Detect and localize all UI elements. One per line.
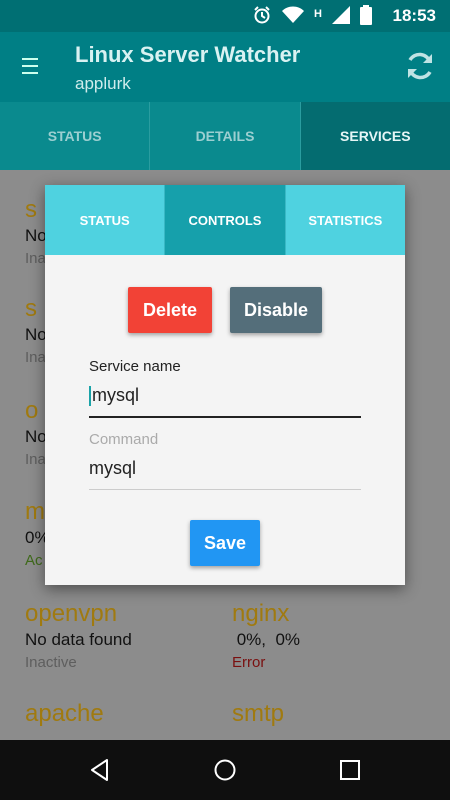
wifi-icon — [282, 6, 305, 29]
menu-icon[interactable] — [22, 58, 38, 74]
app-title: Linux Server Watcher — [75, 42, 301, 67]
list-item-nginx[interactable]: nginx 0%, 0% Error — [232, 600, 432, 671]
list-item-openvpn[interactable]: openvpn No data found Inactive — [25, 600, 225, 671]
service-name: apache — [25, 700, 104, 727]
refresh-icon[interactable] — [404, 50, 436, 82]
battery-icon — [360, 5, 372, 30]
network-type-label: H — [314, 7, 322, 20]
service-name-label: Service name — [89, 358, 181, 375]
home-icon[interactable] — [213, 758, 237, 782]
service-name-field[interactable]: Service name mysql — [89, 358, 361, 419]
server-subtitle: applurk — [75, 74, 131, 93]
control-buttons: Delete Disable — [45, 287, 405, 333]
status-icons: H — [252, 5, 372, 30]
navigation-bar — [0, 740, 450, 800]
dialog-tab-status[interactable]: STATUS — [45, 185, 166, 255]
dialog-tabs: STATUS CONTROLS STATISTICS — [45, 185, 405, 255]
dialog-tab-statistics[interactable]: STATISTICS — [285, 185, 405, 255]
service-name: openvpn — [25, 600, 118, 627]
service-status: 0%, 0% — [232, 630, 301, 649]
command-label: Command — [89, 431, 159, 448]
service-state: Error — [232, 654, 266, 671]
service-name: nginx — [232, 600, 290, 627]
text-cursor — [89, 386, 91, 407]
dialog-tab-controls[interactable]: CONTROLS — [165, 185, 286, 255]
tab-services[interactable]: SERVICES — [300, 102, 450, 170]
main-tabs: STATUS DETAILS SERVICES — [0, 102, 450, 170]
tab-status[interactable]: STATUS — [0, 102, 151, 170]
tab-details[interactable]: DETAILS — [150, 102, 301, 170]
save-button[interactable]: Save — [190, 520, 260, 566]
service-name-value: mysql — [92, 385, 140, 405]
status-bar: H 18:53 — [0, 0, 450, 32]
app-bar: Linux Server Watcher applurk — [0, 32, 450, 102]
service-name-input[interactable]: mysql — [89, 385, 361, 419]
clock-time: 18:53 — [392, 6, 436, 25]
recents-icon[interactable] — [338, 758, 362, 782]
service-name: smtp — [232, 700, 285, 727]
list-item-apache[interactable]: apache — [25, 700, 225, 728]
delete-button[interactable]: Delete — [128, 287, 212, 333]
alarm-icon — [252, 5, 272, 30]
command-input[interactable]: mysql — [89, 458, 361, 490]
list-item-smtp[interactable]: smtp — [232, 700, 432, 728]
disable-button[interactable]: Disable — [230, 287, 322, 333]
service-state: Inactive — [25, 654, 77, 671]
service-status: No data found — [25, 630, 132, 649]
service-dialog: STATUS CONTROLS STATISTICS Delete Disabl… — [45, 185, 405, 585]
signal-icon — [332, 6, 350, 29]
back-icon[interactable] — [88, 758, 112, 782]
command-field[interactable]: Command mysql — [89, 431, 361, 490]
